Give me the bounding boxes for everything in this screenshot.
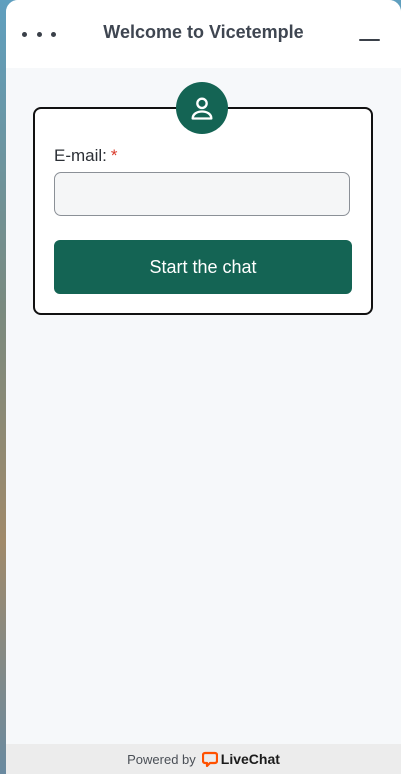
- email-field[interactable]: [54, 172, 350, 216]
- dot: [22, 31, 27, 37]
- email-label: E-mail: *: [54, 146, 118, 166]
- livechat-logo[interactable]: LiveChat: [201, 751, 280, 767]
- header: Welcome to Vicetemple: [6, 0, 401, 68]
- email-label-text: E-mail:: [54, 146, 107, 165]
- user-avatar-icon: [176, 82, 228, 134]
- footer: Powered by LiveChat: [6, 744, 401, 774]
- prechat-form: E-mail: * Start the chat: [33, 107, 373, 315]
- dot: [51, 31, 56, 37]
- more-menu-button[interactable]: [22, 24, 56, 44]
- livechat-logo-icon: [201, 751, 218, 767]
- powered-by-text: Powered by: [127, 751, 196, 767]
- required-mark: *: [110, 146, 118, 165]
- dot: [36, 31, 42, 37]
- minimize-button[interactable]: [356, 26, 382, 46]
- brand-name: LiveChat: [220, 751, 280, 767]
- chat-widget: Welcome to Vicetemple E-mail: * Start the…: [6, 0, 401, 774]
- start-chat-button[interactable]: Start the chat: [54, 240, 352, 294]
- minimize-icon: [359, 39, 380, 41]
- page-title: Welcome to Vicetemple: [103, 22, 304, 42]
